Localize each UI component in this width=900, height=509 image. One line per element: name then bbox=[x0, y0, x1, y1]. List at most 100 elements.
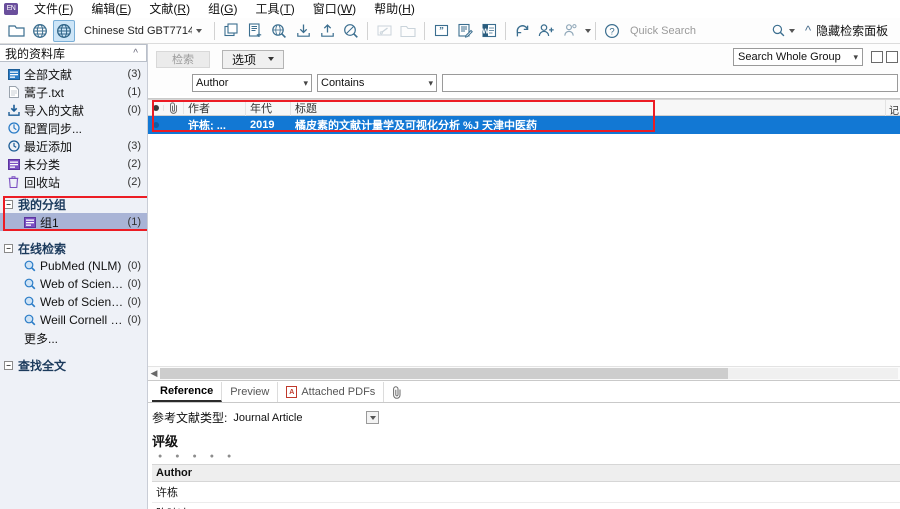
sidebar-item-wos-ssci[interactable]: Web of Science SSCI ... (0) bbox=[0, 293, 147, 311]
detail-tab-bar: Reference Preview A Attached PDFs bbox=[148, 381, 900, 403]
menu-references[interactable]: 文献(R) bbox=[140, 0, 199, 18]
endnote-window: EN 文件(F) 编辑(E) 文献(R) 组(G) 工具(T) 窗口(W) 帮助… bbox=[0, 0, 900, 509]
sidebar-item-unfiled[interactable]: 未分类 (2) bbox=[0, 155, 147, 173]
sidebar-item-recently-added[interactable]: 最近添加 (3) bbox=[0, 137, 147, 155]
scrollbar-thumb[interactable] bbox=[160, 368, 728, 379]
online-search-globe-active-icon[interactable] bbox=[53, 20, 75, 42]
scroll-left-arrow-icon[interactable]: ◀ bbox=[148, 368, 160, 379]
sync-icon[interactable] bbox=[511, 20, 533, 42]
sidebar-count: (0) bbox=[128, 314, 141, 326]
menu-groups[interactable]: 组(G) bbox=[199, 0, 246, 18]
show-collaborators-icon[interactable] bbox=[559, 20, 581, 42]
find-fulltext-icon[interactable] bbox=[340, 20, 362, 42]
sidebar-item-configure-sync[interactable]: 配置同步... bbox=[0, 119, 147, 137]
sidebar-item-wos-core[interactable]: Web of Science Core... (0) bbox=[0, 275, 147, 293]
reference-type-dropdown-button[interactable] bbox=[366, 411, 379, 424]
search-field-select[interactable]: Author ▾ bbox=[192, 74, 312, 92]
star-icon[interactable]: ● bbox=[227, 453, 231, 460]
quick-search-magnifier-icon[interactable] bbox=[772, 24, 795, 37]
sidebar-section-online-search[interactable]: − 在线检索 bbox=[0, 240, 147, 257]
column-header-read-status[interactable] bbox=[148, 105, 164, 111]
sidebar-section-find-fulltext[interactable]: − 查找全文 bbox=[0, 357, 147, 374]
sidebar-count: (0) bbox=[128, 260, 141, 272]
search-scope-select[interactable]: Search Whole Group ▾ bbox=[733, 48, 863, 66]
field-value-author[interactable]: 陈映冰 bbox=[152, 503, 900, 509]
search-term-input[interactable] bbox=[442, 74, 898, 92]
tab-reference[interactable]: Reference bbox=[152, 382, 222, 402]
sidebar-item-text-file[interactable]: 蒿子.txt (1) bbox=[0, 83, 147, 101]
sidebar-count: (1) bbox=[128, 86, 141, 98]
row-read-status[interactable] bbox=[148, 122, 164, 128]
open-library-icon[interactable] bbox=[5, 20, 27, 42]
toolbar-divider-5 bbox=[595, 22, 596, 40]
sidebar-item-more[interactable]: 更多... bbox=[0, 329, 147, 347]
pdf-icon: A bbox=[286, 386, 297, 398]
tab-preview[interactable]: Preview bbox=[222, 382, 278, 402]
sidebar-item-group-1[interactable]: 组1 (1) bbox=[0, 213, 147, 231]
sidebar-item-imported-references[interactable]: 导入的文献 (0) bbox=[0, 101, 147, 119]
table-edge-char: 记 bbox=[889, 102, 899, 117]
tab-attached-pdfs-label: Attached PDFs bbox=[301, 386, 375, 398]
new-reference-icon[interactable] bbox=[244, 20, 266, 42]
column-header-year[interactable]: 年代 bbox=[246, 100, 291, 116]
open-file-folder-icon[interactable] bbox=[397, 20, 419, 42]
menu-edit[interactable]: 编辑(E) bbox=[82, 0, 140, 18]
column-header-attachment[interactable] bbox=[164, 102, 184, 114]
word-icon[interactable]: W bbox=[478, 20, 500, 42]
menu-window[interactable]: 窗口(W) bbox=[304, 0, 365, 18]
row-title: 橘皮素的文献计量学及可视化分析 %J 天津中医药 bbox=[291, 117, 900, 133]
quick-search-input[interactable]: Quick Search bbox=[630, 25, 750, 37]
search-button[interactable]: 检索 bbox=[156, 51, 210, 68]
edit-pencil-icon[interactable] bbox=[373, 20, 395, 42]
toolbar: Chinese Std GBT7714 (numeri bbox=[0, 18, 900, 44]
rating-stars[interactable]: ● ● ● ● ● bbox=[152, 450, 900, 464]
scrollbar-track[interactable] bbox=[160, 368, 898, 379]
insert-citation-icon[interactable]: ” bbox=[430, 20, 452, 42]
star-icon[interactable]: ● bbox=[158, 453, 162, 460]
main-body: 我的资料库 ^ 全部文献 (3) 蒿子.txt (1) bbox=[0, 44, 900, 509]
export-icon[interactable] bbox=[316, 20, 338, 42]
collapse-chevron-icon[interactable]: ^ bbox=[133, 48, 138, 59]
star-icon[interactable]: ● bbox=[210, 453, 214, 460]
library-header[interactable]: 我的资料库 ^ bbox=[0, 44, 147, 62]
star-icon[interactable]: ● bbox=[175, 453, 179, 460]
sidebar-item-pubmed[interactable]: PubMed (NLM) (0) bbox=[0, 257, 147, 275]
menu-help[interactable]: 帮助(H) bbox=[365, 0, 424, 18]
tab-attached-pdfs[interactable]: A Attached PDFs bbox=[278, 382, 384, 402]
menu-file[interactable]: 文件(F) bbox=[25, 0, 82, 18]
star-icon[interactable]: ● bbox=[192, 453, 196, 460]
sidebar-item-all-references[interactable]: 全部文献 (3) bbox=[0, 65, 147, 83]
sidebar-label: 最近添加 bbox=[24, 138, 128, 155]
table-row[interactable]: 许栋; ... 2019 橘皮素的文献计量学及可视化分析 %J 天津中医药 bbox=[148, 116, 900, 134]
field-value-author[interactable]: 许栋 bbox=[152, 482, 900, 503]
online-search-globe-icon[interactable] bbox=[29, 20, 51, 42]
sidebar-item-weill-cornell[interactable]: Weill Cornell Med Coll (0) bbox=[0, 311, 147, 329]
horizontal-scrollbar[interactable]: ◀ bbox=[148, 366, 900, 380]
expand-collapse-icon[interactable]: − bbox=[4, 361, 13, 370]
sidebar-count: (2) bbox=[128, 176, 141, 188]
search-operator-select[interactable]: Contains ▾ bbox=[317, 74, 437, 92]
quick-search-chevron-down-icon[interactable] bbox=[789, 29, 795, 33]
sidebar-section-my-groups[interactable]: − 我的分组 bbox=[0, 196, 147, 213]
help-icon[interactable]: ? bbox=[601, 20, 623, 42]
expand-collapse-icon[interactable]: − bbox=[4, 200, 13, 209]
match-words-checkbox[interactable] bbox=[886, 51, 898, 63]
format-bibliography-icon[interactable] bbox=[454, 20, 476, 42]
column-header-title[interactable]: 标题 bbox=[291, 100, 886, 116]
hide-search-panel-button[interactable]: ^ 隐藏检索面板 bbox=[805, 22, 888, 39]
output-style-combo[interactable]: Chinese Std GBT7714 (numeri bbox=[80, 21, 206, 40]
online-search-magnifier-icon bbox=[22, 278, 37, 290]
match-case-checkbox[interactable] bbox=[871, 51, 883, 63]
column-header-author[interactable]: 作者 bbox=[184, 100, 246, 116]
import-icon[interactable] bbox=[292, 20, 314, 42]
expand-collapse-icon[interactable]: − bbox=[4, 244, 13, 253]
tab-attachments[interactable] bbox=[384, 382, 411, 402]
group-icon bbox=[22, 217, 37, 228]
collaborators-chevron-down-icon[interactable] bbox=[585, 29, 591, 33]
menu-tools[interactable]: 工具(T) bbox=[246, 0, 303, 18]
options-button[interactable]: 选项 bbox=[222, 50, 284, 69]
sidebar-item-trash[interactable]: 回收站 (2) bbox=[0, 173, 147, 191]
share-library-icon[interactable] bbox=[535, 20, 557, 42]
copy-formatted-icon[interactable] bbox=[220, 20, 242, 42]
online-search-icon[interactable] bbox=[268, 20, 290, 42]
